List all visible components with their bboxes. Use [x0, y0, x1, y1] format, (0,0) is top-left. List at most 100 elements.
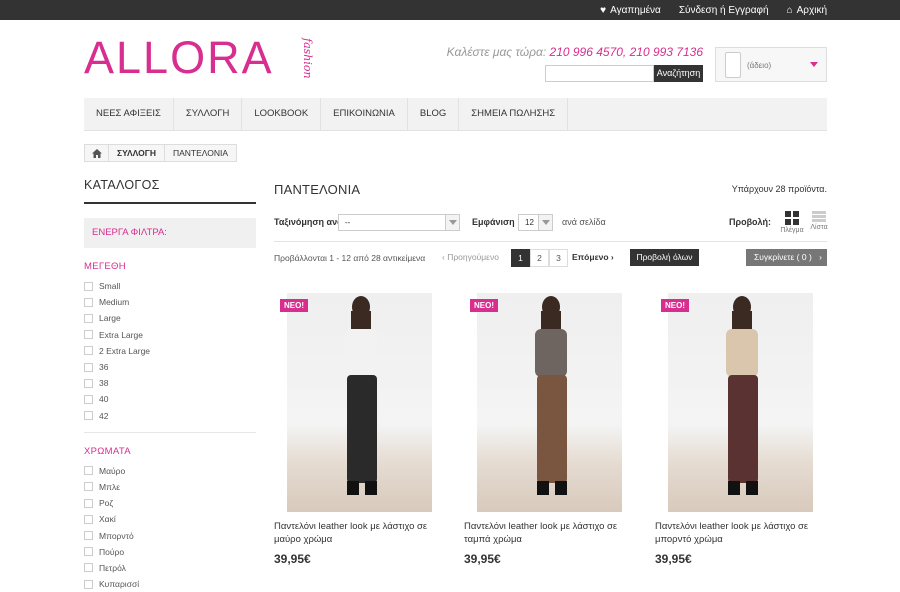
size-option[interactable]: 2 Extra Large [84, 343, 256, 359]
sizes-list: Small Medium Large Extra Large 2 Extra L… [84, 278, 256, 424]
color-option[interactable]: Χακί [84, 511, 256, 527]
chevron-down-icon [810, 62, 818, 67]
sort-label: Ταξινόμηση ανά [274, 217, 343, 227]
color-option[interactable]: Κυπαρισσί [84, 576, 256, 592]
color-option[interactable]: Ροζ [84, 495, 256, 511]
divider [84, 431, 256, 433]
product-name[interactable]: Παντελόνι leather look με λάστιχο σε μπο… [655, 520, 814, 546]
per-page-select[interactable]: 12 [518, 214, 553, 231]
home-icon [91, 148, 102, 158]
show-label: Εμφάνιση [472, 217, 515, 227]
checkbox[interactable] [84, 394, 93, 404]
phone-info: Καλέστε μας τώρα: 210 996 4570, 210 993 … [447, 45, 703, 59]
per-page-value: 12 [525, 218, 534, 227]
chevron-right-icon: › [608, 252, 614, 262]
size-option[interactable]: 38 [84, 375, 256, 391]
model-figure [726, 296, 758, 495]
search-input[interactable] [545, 65, 654, 82]
size-option[interactable]: 36 [84, 359, 256, 375]
chevron-down-icon [538, 215, 552, 230]
checkbox[interactable] [84, 563, 93, 573]
checkbox[interactable] [84, 498, 93, 508]
size-option[interactable]: Large [84, 310, 256, 326]
new-badge: ΝΕΟ! [280, 299, 308, 312]
search-button[interactable]: Αναζήτηση [654, 65, 703, 82]
nav-item-contact[interactable]: ΕΠΙΚΟΙΝΩΝΙΑ [321, 98, 408, 130]
page-1-button[interactable]: 1 [511, 249, 530, 267]
nav-item-blog[interactable]: BLOG [408, 98, 460, 130]
checkbox[interactable] [84, 281, 93, 291]
size-option[interactable]: Medium [84, 294, 256, 310]
next-label: Επόμενο [572, 252, 609, 262]
grid-view-button[interactable]: Πλέγμα [780, 211, 804, 234]
checkbox[interactable] [84, 531, 93, 541]
nav-item-new[interactable]: ΝΕΕΣ ΑΦΙΞΕΙΣ [84, 98, 174, 130]
show-all-button[interactable]: Προβολή όλων [630, 249, 699, 266]
compare-button[interactable]: Συγκρίνετε ( 0 ) › [746, 249, 827, 266]
checkbox[interactable] [84, 378, 93, 388]
color-option[interactable]: Μπορντό [84, 527, 256, 543]
sidebar: ΚΑΤΑΛΟΓΟΣ ΕΝΕΡΓΑ ΦΙΛΤΡΑ: ΜΕΓΕΘΗ Small Me… [84, 178, 256, 592]
checkbox[interactable] [84, 313, 93, 323]
checkbox[interactable] [84, 579, 93, 589]
login-link[interactable]: Σύνδεση ή Εγγραφή [679, 5, 769, 16]
main-nav: ΝΕΕΣ ΑΦΙΞΕΙΣ ΣΥΛΛΟΓΗ LOOKBOOK ΕΠΙΚΟΙΝΩΝΙ… [84, 98, 827, 131]
prev-label: Προηγούμενο [447, 252, 499, 262]
sort-toolbar: Ταξινόμηση ανά -- Εμφάνιση 12 ανά σελίδα… [274, 211, 828, 234]
option-label: 42 [99, 410, 109, 421]
nav-item-stores[interactable]: ΣΗΜΕΙΑ ΠΩΛΗΣΗΣ [459, 98, 569, 130]
home-link[interactable]: ⌂ Αρχική [787, 5, 827, 16]
nav-item-lookbook[interactable]: LOOKBOOK [242, 98, 322, 130]
checkbox[interactable] [84, 514, 93, 524]
product-image[interactable] [668, 293, 813, 512]
size-option[interactable]: Small [84, 278, 256, 294]
nav-item-collection[interactable]: ΣΥΛΛΟΓΗ [174, 98, 243, 130]
per-page-label: ανά σελίδα [562, 217, 606, 227]
prev-page-button[interactable]: ‹ Προηγούμενο [442, 252, 499, 262]
size-option[interactable]: 40 [84, 391, 256, 407]
breadcrumb-home[interactable] [85, 145, 109, 161]
option-label: Μπορντό [99, 530, 134, 541]
color-option[interactable]: Πούρο [84, 544, 256, 560]
option-label: 36 [99, 362, 109, 373]
cart-status: (άδειο) [747, 61, 772, 70]
product-image[interactable] [287, 293, 432, 512]
page-2-button[interactable]: 2 [530, 249, 549, 267]
color-option[interactable]: Πετρόλ [84, 560, 256, 576]
checkbox[interactable] [84, 547, 93, 557]
pagination-bar: Προβάλλονται 1 - 12 από 28 αντικείμενα ‹… [274, 249, 827, 267]
option-label: Πετρόλ [99, 562, 126, 573]
page-3-button[interactable]: 3 [549, 249, 568, 267]
checkbox[interactable] [84, 411, 93, 421]
breadcrumb-collection[interactable]: ΣΥΛΛΟΓΗ [109, 145, 165, 161]
product-image[interactable] [477, 293, 622, 512]
checkbox[interactable] [84, 362, 93, 372]
product-name[interactable]: Παντελόνι leather look με λάστιχο σε μαύ… [274, 520, 433, 546]
checkbox[interactable] [84, 330, 93, 340]
sort-value: -- [345, 218, 351, 227]
color-option[interactable]: Μπλε [84, 479, 256, 495]
checkbox[interactable] [84, 466, 93, 476]
list-view-label: Λίστα [810, 224, 828, 231]
catalog-title: ΚΑΤΑΛΟΓΟΣ [84, 178, 256, 204]
product-name[interactable]: Παντελόνι leather look με λάστιχο σε ταμ… [464, 520, 623, 546]
option-label: Large [99, 313, 121, 324]
list-icon [812, 211, 826, 222]
list-view-button[interactable]: Λίστα [807, 211, 831, 231]
sort-select[interactable]: -- [338, 214, 460, 231]
cart-block[interactable]: (άδειο) [715, 47, 827, 82]
color-option[interactable]: Μαύρο [84, 463, 256, 479]
sizes-title: ΜΕΓΕΘΗ [84, 261, 126, 272]
next-page-button[interactable]: Επόμενο › [572, 252, 614, 262]
checkbox[interactable] [84, 482, 93, 492]
checkbox[interactable] [84, 346, 93, 356]
showing-text: Προβάλλονται 1 - 12 από 28 αντικείμενα [274, 253, 426, 263]
wishlist-label: Αγαπημένα [610, 4, 661, 16]
checkbox[interactable] [84, 297, 93, 307]
heart-icon: ♥ [600, 4, 607, 16]
logo-subtext: fashion [301, 38, 314, 79]
size-option[interactable]: Extra Large [84, 327, 256, 343]
wishlist-link[interactable]: ♥ Αγαπημένα [600, 5, 661, 16]
site-logo[interactable]: ALLORA fashion [84, 35, 324, 86]
size-option[interactable]: 42 [84, 408, 256, 424]
